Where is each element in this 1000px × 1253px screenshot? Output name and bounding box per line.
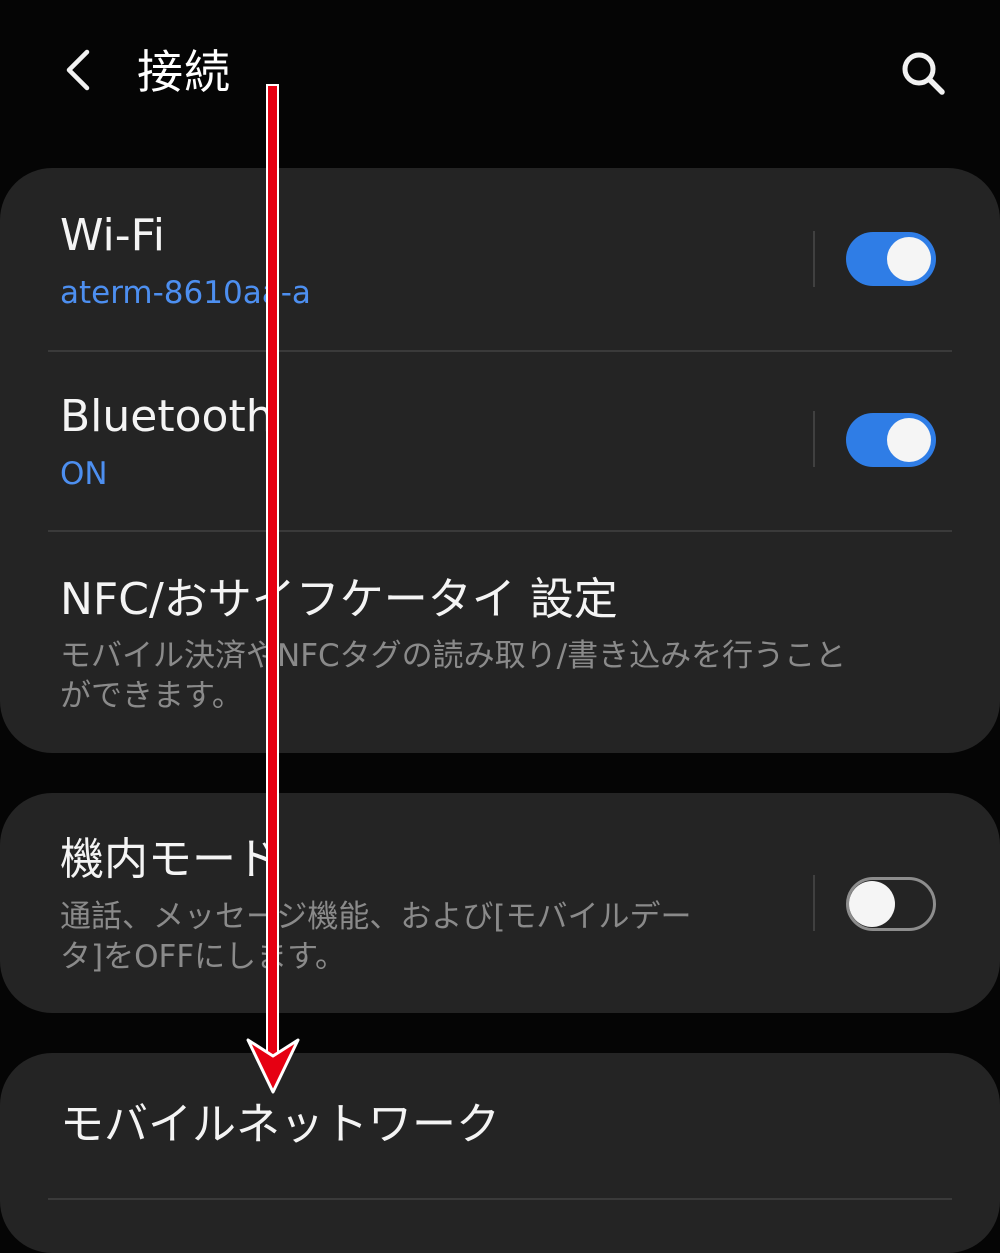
annotation-arrow-line bbox=[266, 84, 279, 1058]
bluetooth-title: Bluetooth bbox=[60, 391, 274, 442]
airplane-description-line1: 通話、メッセージ機能、および[モバイルデー bbox=[60, 899, 692, 935]
wifi-separator bbox=[813, 231, 815, 287]
wifi-row[interactable]: Wi-Fi aterm-8610aa-a bbox=[0, 168, 1000, 351]
mobile-network-title: モバイルネットワーク bbox=[60, 1099, 500, 1150]
airplane-title: 機内モード bbox=[60, 834, 280, 885]
wifi-toggle[interactable] bbox=[846, 232, 936, 286]
back-button[interactable] bbox=[52, 40, 104, 100]
chevron-left-icon bbox=[66, 49, 90, 91]
bluetooth-row[interactable]: Bluetooth ON bbox=[0, 352, 1000, 532]
nfc-description-line2: ができます。 bbox=[60, 678, 243, 714]
nfc-row[interactable]: NFC/おサイフケータイ 設定 モバイル決済やNFCタグの読み取り/書き込みを行… bbox=[0, 532, 1000, 753]
app-header: 接続 bbox=[0, 0, 1000, 150]
toggle-knob bbox=[849, 881, 895, 927]
airplane-separator bbox=[813, 875, 815, 931]
nfc-title: NFC/おサイフケータイ 設定 bbox=[60, 574, 618, 625]
network-card: モバイルネットワーク bbox=[0, 1053, 1000, 1253]
toggle-knob bbox=[887, 418, 931, 462]
airplane-card: 機内モード 通話、メッセージ機能、および[モバイルデー タ]をOFFにします。 bbox=[0, 793, 1000, 1013]
connections-card: Wi-Fi aterm-8610aa-a Bluetooth ON NFC/おサ… bbox=[0, 168, 1000, 753]
page-title: 接続 bbox=[137, 45, 231, 99]
nfc-description-line1: モバイル決済やNFCタグの読み取り/書き込みを行うこと bbox=[60, 638, 847, 674]
search-button[interactable] bbox=[892, 42, 954, 104]
toggle-knob bbox=[887, 237, 931, 281]
airplane-description-line2: タ]をOFFにします。 bbox=[60, 939, 347, 975]
bluetooth-toggle[interactable] bbox=[846, 413, 936, 467]
mobile-network-row[interactable]: モバイルネットワーク bbox=[0, 1053, 1000, 1198]
airplane-toggle[interactable] bbox=[846, 877, 936, 931]
annotation-arrow-down-icon bbox=[246, 1038, 300, 1094]
airplane-row[interactable]: 機内モード 通話、メッセージ機能、および[モバイルデー タ]をOFFにします。 bbox=[0, 793, 1000, 1013]
bluetooth-separator bbox=[813, 411, 815, 467]
bluetooth-status: ON bbox=[60, 456, 108, 492]
search-icon bbox=[902, 52, 945, 95]
wifi-title: Wi-Fi bbox=[60, 210, 165, 261]
divider bbox=[48, 1198, 952, 1200]
